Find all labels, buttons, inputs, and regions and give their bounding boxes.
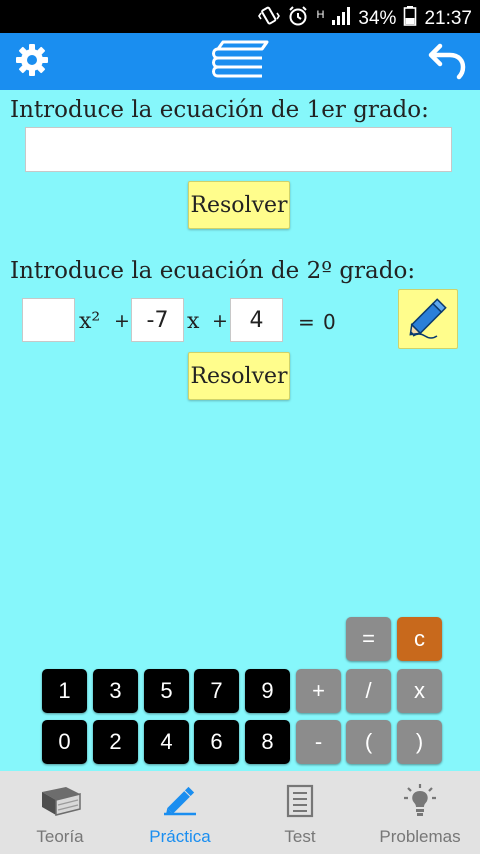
nav-practica[interactable]: Práctica [120, 771, 240, 854]
key-equals[interactable]: = [346, 617, 391, 661]
nav-teoria[interactable]: Teoría [0, 771, 120, 854]
key-close-paren[interactable]: ) [397, 720, 442, 764]
key-open-paren[interactable]: ( [346, 720, 391, 764]
vibrate-icon [258, 5, 281, 33]
key-7[interactable]: 7 [194, 669, 239, 713]
quadratic-equation-label: Introduce la ecuación de 2º grado: [10, 258, 416, 284]
nav-label: Problemas [379, 827, 461, 846]
battery-icon [403, 5, 417, 33]
nav-label: Práctica [149, 827, 211, 846]
key-2[interactable]: 2 [93, 720, 138, 764]
coefficient-b-input[interactable]: -7 [131, 298, 184, 342]
rhs-zero: 0 [323, 310, 336, 334]
solve-quadratic-button[interactable]: Resolver [188, 352, 290, 400]
coefficient-a-input[interactable] [22, 298, 75, 342]
key-plus[interactable]: + [296, 669, 341, 713]
key-9[interactable]: 9 [245, 669, 290, 713]
key-minus[interactable]: - [296, 720, 341, 764]
pencil-icon [403, 292, 453, 346]
alarm-icon [287, 5, 309, 33]
key-4[interactable]: 4 [144, 720, 189, 764]
linear-equation-label: Introduce la ecuación de 1er grado: [10, 97, 429, 123]
key-3[interactable]: 3 [93, 669, 138, 713]
key-clear[interactable]: c [397, 617, 442, 661]
equals-sign: = [298, 310, 315, 334]
plus-sign: + [212, 310, 228, 332]
linear-equation-input[interactable] [25, 127, 452, 172]
network-type: H [316, 9, 325, 21]
pencil-icon [160, 784, 200, 823]
nav-test[interactable]: Test [240, 771, 360, 854]
library-button[interactable] [205, 33, 275, 90]
nav-problemas[interactable]: Problemas [360, 771, 480, 854]
solve-linear-button[interactable]: Resolver [188, 181, 290, 229]
nav-label: Teoría [36, 827, 84, 846]
key-0[interactable]: 0 [42, 720, 87, 764]
key-divide[interactable]: / [346, 669, 391, 713]
key-6[interactable]: 6 [194, 720, 239, 764]
gear-icon [15, 43, 49, 81]
edit-button[interactable] [398, 289, 458, 349]
undo-arrow-icon [428, 40, 468, 84]
key-x[interactable]: x [397, 669, 442, 713]
x-label: x [187, 309, 200, 334]
book-icon [36, 784, 84, 823]
key-8[interactable]: 8 [245, 720, 290, 764]
lightbulb-icon [400, 784, 440, 823]
signal-icon [331, 6, 351, 32]
status-bar: H 34% 21:37 [0, 0, 480, 33]
key-1[interactable]: 1 [42, 669, 87, 713]
key-5[interactable]: 5 [144, 669, 189, 713]
checklist-icon [285, 784, 315, 823]
back-button[interactable] [422, 33, 474, 90]
plus-sign: + [114, 310, 130, 332]
coefficient-c-input[interactable]: 4 [230, 298, 283, 342]
books-icon [209, 38, 271, 86]
settings-button[interactable] [8, 33, 56, 90]
app-toolbar [0, 33, 480, 90]
battery-percent: 34% [358, 8, 397, 29]
x-squared-label: x² [79, 309, 101, 334]
nav-label: Test [284, 827, 316, 846]
bottom-navigation: Teoría Práctica Test Problemas [0, 771, 480, 854]
clock: 21:37 [424, 8, 472, 29]
